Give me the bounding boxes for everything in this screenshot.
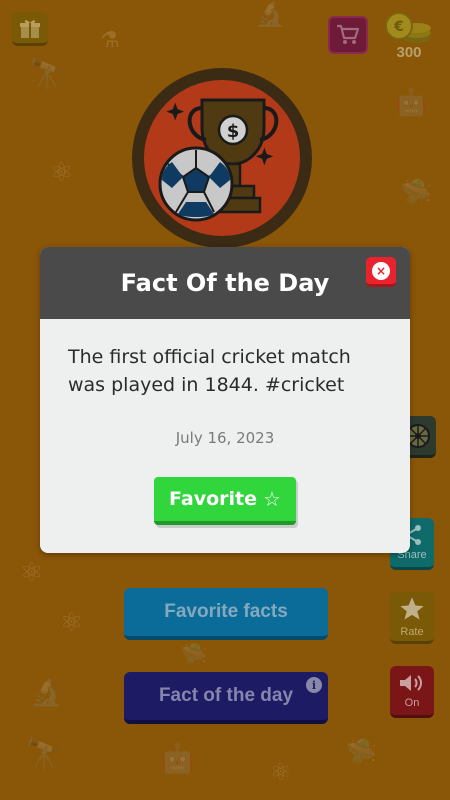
robot-icon: 🤖 <box>160 742 195 775</box>
molecule-icon: ⚛ <box>50 158 74 188</box>
star-icon <box>400 597 424 620</box>
telescope-icon: 🔭 <box>28 57 66 92</box>
gift-icon <box>20 19 40 38</box>
molecule-icon: ⚛ <box>270 758 292 786</box>
trophy-soccer-icon: $ <box>158 98 279 222</box>
svg-text:€: € <box>393 19 404 35</box>
gift-button[interactable] <box>12 12 48 46</box>
favorite-button[interactable]: Favorite ☆ <box>154 477 296 525</box>
telescope-icon: 🔭 <box>25 737 63 772</box>
close-button[interactable]: × <box>366 257 396 287</box>
favorite-facts-button[interactable]: Favorite facts <box>124 588 328 640</box>
close-icon: × <box>372 261 390 280</box>
coin-balance: € 300 <box>384 10 434 64</box>
flask-icon: ⚗ <box>100 28 120 53</box>
molecule-icon: ⚛ <box>20 558 44 588</box>
sound-toggle-button[interactable]: On <box>390 666 434 718</box>
dialog-title: Fact Of the Day <box>120 269 330 297</box>
cart-icon <box>337 24 360 44</box>
fact-text: The first official cricket match was pla… <box>68 346 351 396</box>
molecule-icon: ⚛ <box>60 608 84 638</box>
fact-date: July 16, 2023 <box>175 429 275 447</box>
dialog-header: Fact Of the Day <box>40 247 410 319</box>
coin-count: 300 <box>396 44 422 61</box>
favorite-label: Favorite <box>169 488 258 510</box>
ufo-icon: 🛸 <box>400 178 433 208</box>
svg-text:$: $ <box>227 121 240 142</box>
speaker-icon <box>400 675 422 691</box>
star-outline-icon: ☆ <box>263 487 281 511</box>
sound-label: On <box>404 697 420 709</box>
microscope-icon: 🔬 <box>255 0 285 28</box>
ufo-icon: 🛸 <box>345 738 378 768</box>
fact-of-the-day-button[interactable]: Fact of the day i <box>124 672 328 724</box>
fact-of-the-day-dialog: Fact Of the Day × The first official cri… <box>40 247 410 553</box>
robot-icon: 🤖 <box>395 88 428 118</box>
emblem-badge: $ <box>144 80 300 236</box>
fact-of-the-day-label: Fact of the day <box>158 685 294 706</box>
shop-button[interactable] <box>328 16 368 54</box>
info-icon: i <box>306 677 322 693</box>
rate-label: Rate <box>400 626 424 638</box>
rate-button[interactable]: Rate <box>390 592 434 644</box>
coins-icon: € <box>385 12 431 43</box>
ufo-icon: 🛸 <box>180 643 208 668</box>
microscope-icon: 🔬 <box>30 678 63 708</box>
favorite-facts-label: Favorite facts <box>164 601 288 622</box>
